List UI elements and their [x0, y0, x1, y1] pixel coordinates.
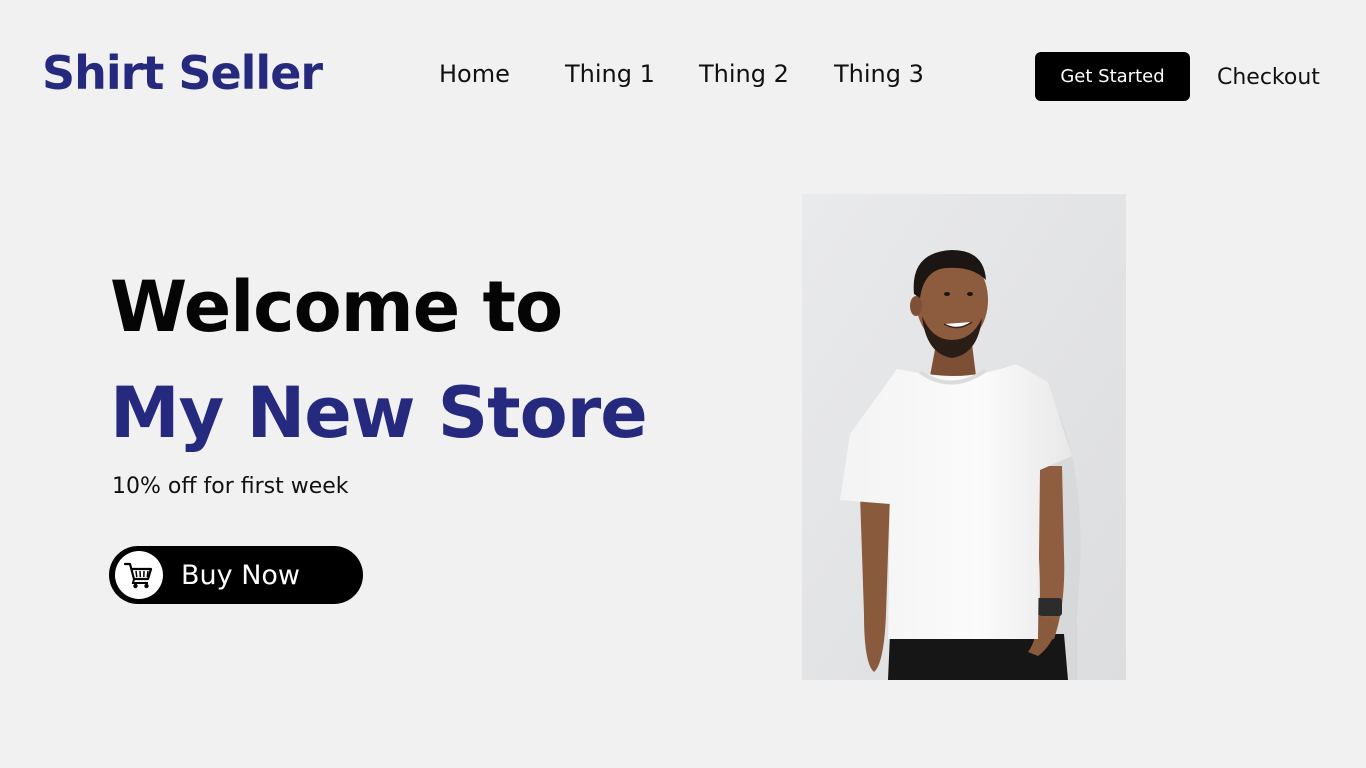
nav-home[interactable]: Home [439, 60, 510, 88]
promo-text: 10% off for first week [112, 474, 349, 499]
checkout-link[interactable]: Checkout [1217, 65, 1320, 90]
landing-page: Shirt Seller Home Thing 1 Thing 2 Thing … [0, 0, 1366, 768]
brand-logo[interactable]: Shirt Seller [42, 46, 323, 100]
nav-thing-3[interactable]: Thing 3 [834, 60, 924, 88]
buy-now-label: Buy Now [181, 559, 300, 591]
shopping-cart-icon [115, 551, 163, 599]
hero-heading-line2: My New Store [110, 372, 648, 454]
buy-now-button[interactable]: Buy Now [109, 546, 363, 604]
hero-photo [802, 194, 1126, 680]
hero-heading-line1: Welcome to [110, 266, 563, 348]
man-in-white-tshirt-illustration [802, 194, 1126, 680]
get-started-button[interactable]: Get Started [1035, 52, 1190, 101]
nav-thing-2[interactable]: Thing 2 [699, 60, 789, 88]
nav-thing-1[interactable]: Thing 1 [565, 60, 655, 88]
